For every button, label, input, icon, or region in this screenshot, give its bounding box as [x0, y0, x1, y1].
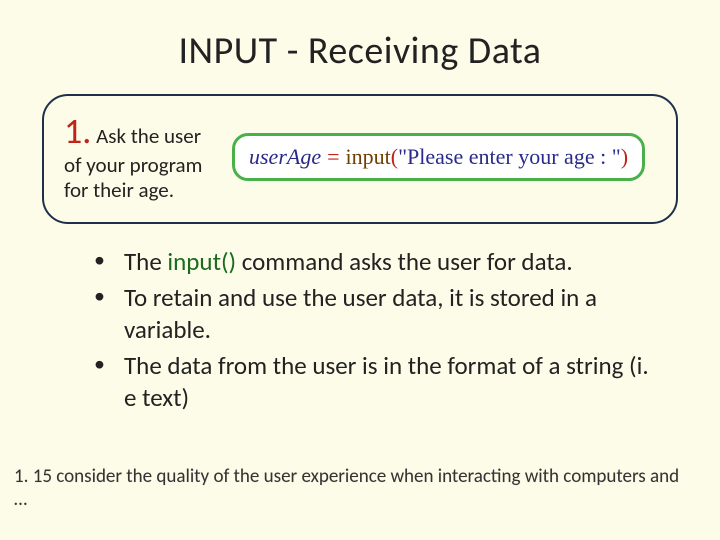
slide-footer: 1. 15 consider the quality of the user e…: [14, 466, 690, 512]
code-function: input: [346, 144, 391, 169]
list-item: The data from the user is in the format …: [90, 350, 650, 414]
code-illustration: userAge = input("Please enter your age :…: [232, 133, 656, 181]
code-snippet: userAge = input("Please enter your age :…: [232, 133, 645, 181]
code-open-paren: (: [391, 144, 398, 169]
list-item: To retain and use the user data, it is s…: [90, 282, 650, 346]
code-close-paren: ): [621, 144, 628, 169]
bullet-text-post: command asks the user for data.: [236, 246, 573, 277]
code-string: "Please enter your age : ": [398, 144, 621, 169]
list-item: The input() command asks the user for da…: [90, 246, 650, 278]
bullet-inline-code: input(): [167, 246, 236, 277]
bullet-list: The input() command asks the user for da…: [90, 246, 650, 414]
step-callout: 1. Ask the user of your program for thei…: [42, 94, 678, 224]
bullet-text-pre: The: [124, 246, 167, 277]
slide-root: INPUT - Receiving Data 1. Ask the user o…: [0, 0, 720, 540]
slide-title: INPUT - Receiving Data: [30, 28, 690, 74]
step-number: 1.: [64, 109, 91, 153]
code-variable: userAge: [249, 144, 321, 170]
step-description: 1. Ask the user of your program for thei…: [64, 110, 214, 204]
code-equals: =: [327, 144, 339, 170]
